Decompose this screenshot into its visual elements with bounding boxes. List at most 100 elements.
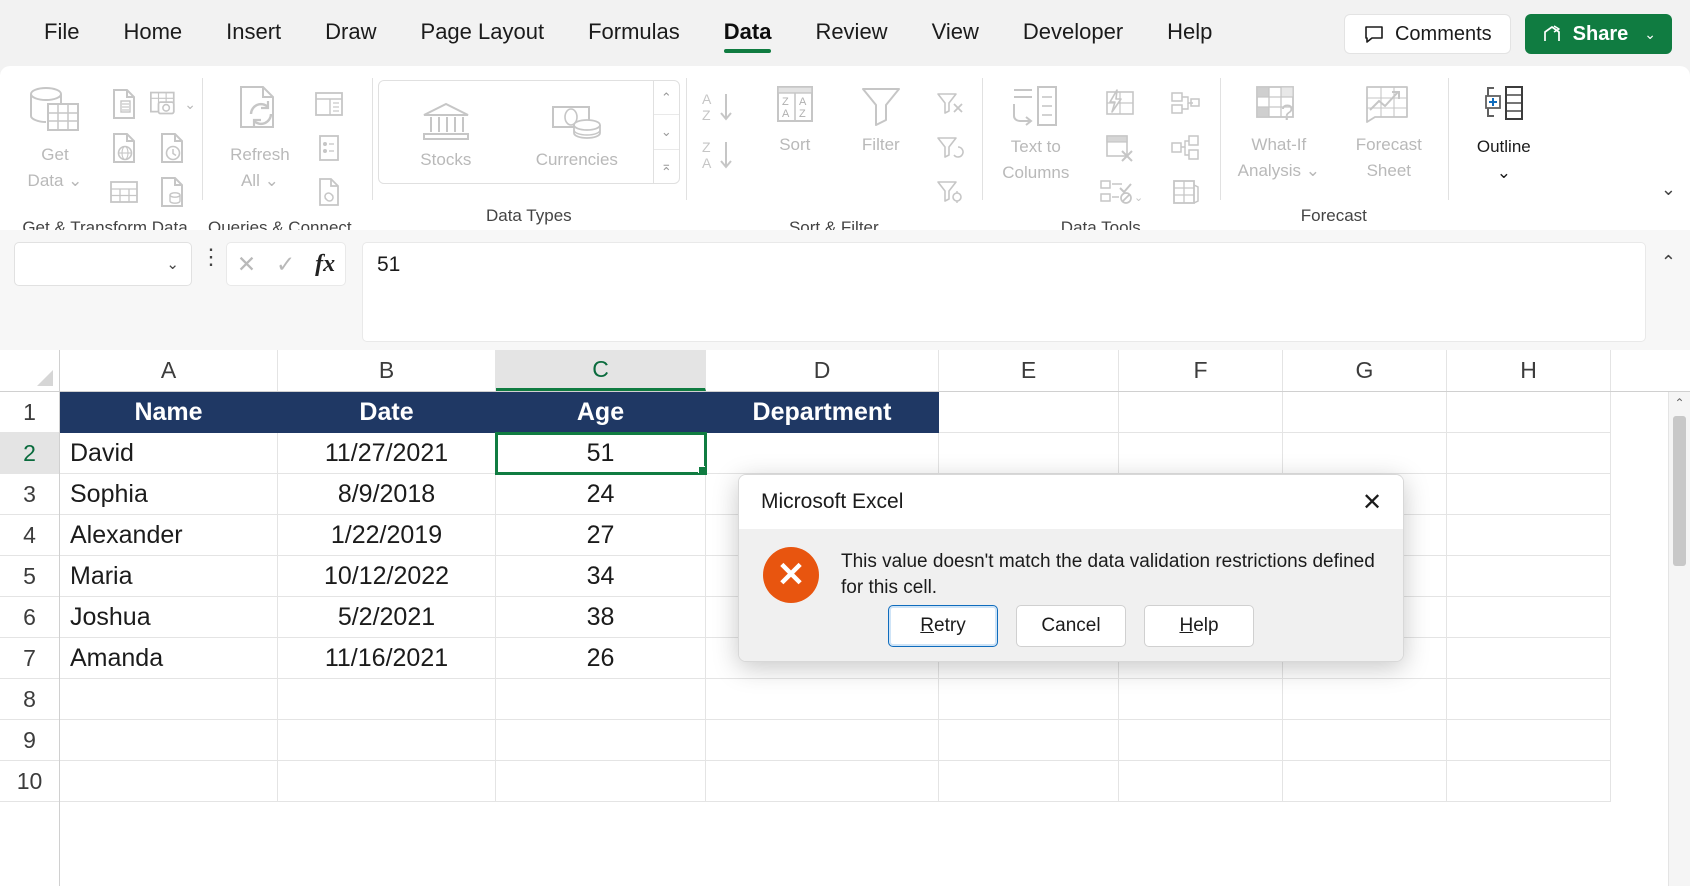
- advanced-filter-button[interactable]: [926, 170, 974, 214]
- ribbon-tab-formulas[interactable]: Formulas: [566, 11, 702, 55]
- data-validation-button[interactable]: ⌄: [1088, 170, 1152, 214]
- from-picture-button[interactable]: ⌄: [148, 82, 196, 126]
- outline-caret-icon[interactable]: ⌄: [1497, 162, 1511, 184]
- cell-E10[interactable]: [939, 761, 1119, 802]
- edit-links-button[interactable]: [305, 170, 353, 214]
- formula-input[interactable]: 51: [362, 242, 1646, 342]
- cell-E1[interactable]: [939, 392, 1119, 433]
- cell-H6[interactable]: [1447, 597, 1611, 638]
- share-caret-icon[interactable]: ⌄: [1644, 26, 1656, 43]
- column-header-F[interactable]: F: [1119, 350, 1283, 391]
- cell-A10[interactable]: [60, 761, 278, 802]
- cell-B5[interactable]: 10/12/2022: [278, 556, 496, 597]
- currencies-button[interactable]: Currencies: [507, 93, 647, 171]
- cell-H4[interactable]: [1447, 515, 1611, 556]
- cell-G9[interactable]: [1283, 720, 1447, 761]
- cell-C4[interactable]: 27: [496, 515, 706, 556]
- vertical-scrollbar[interactable]: ⌃: [1668, 392, 1690, 886]
- cell-H9[interactable]: [1447, 720, 1611, 761]
- sort-ascending-button[interactable]: A Z: [692, 84, 750, 132]
- from-table-range-button[interactable]: [100, 170, 148, 214]
- properties-button[interactable]: [305, 126, 353, 170]
- close-icon[interactable]: ✕: [1341, 475, 1403, 529]
- cell-B4[interactable]: 1/22/2019: [278, 515, 496, 556]
- sort-descending-button[interactable]: Z A: [692, 132, 750, 180]
- refresh-all-button[interactable]: Refresh All ⌄: [219, 76, 301, 192]
- row-header-3[interactable]: 3: [0, 474, 59, 515]
- cell-F9[interactable]: [1119, 720, 1283, 761]
- cell-C3[interactable]: 24: [496, 474, 706, 515]
- name-box-caret-icon[interactable]: ⌄: [166, 255, 179, 273]
- ribbon-tab-review[interactable]: Review: [793, 11, 909, 55]
- queries-connections-button[interactable]: [305, 82, 353, 126]
- ribbon-tab-draw[interactable]: Draw: [303, 11, 398, 55]
- cancel-edit-icon[interactable]: ✕: [237, 251, 256, 278]
- cell-F1[interactable]: [1119, 392, 1283, 433]
- cell-B1[interactable]: Date: [278, 392, 496, 433]
- relationships-button[interactable]: [1156, 126, 1214, 170]
- row-header-4[interactable]: 4: [0, 515, 59, 556]
- ribbon-tab-file[interactable]: File: [22, 11, 101, 55]
- column-header-A[interactable]: A: [60, 350, 278, 391]
- cell-A7[interactable]: Amanda: [60, 638, 278, 679]
- ribbon-tab-help[interactable]: Help: [1145, 11, 1234, 55]
- cell-E9[interactable]: [939, 720, 1119, 761]
- cancel-button[interactable]: Cancel: [1016, 605, 1126, 647]
- get-data-button[interactable]: Get Data ⌄: [14, 76, 96, 192]
- cell-B6[interactable]: 5/2/2021: [278, 597, 496, 638]
- scrollbar-thumb[interactable]: [1673, 416, 1686, 566]
- flash-fill-button[interactable]: [1088, 82, 1152, 126]
- cell-A2[interactable]: David: [60, 433, 278, 474]
- data-types-scroll-more[interactable]: ⌅: [654, 150, 679, 183]
- cell-B2[interactable]: 11/27/2021: [278, 433, 496, 474]
- cell-G1[interactable]: [1283, 392, 1447, 433]
- reapply-filter-button[interactable]: [926, 126, 974, 170]
- data-types-scroll-up[interactable]: ⌃: [653, 81, 679, 116]
- outline-button[interactable]: Outline ⌄: [1454, 76, 1554, 184]
- from-recent-sources-button[interactable]: [148, 126, 196, 170]
- remove-duplicates-button[interactable]: [1088, 126, 1152, 170]
- what-if-analysis-button[interactable]: ? What-If Analysis ⌄: [1226, 76, 1332, 182]
- from-text-csv-button[interactable]: [100, 82, 148, 126]
- cell-C9[interactable]: [496, 720, 706, 761]
- cell-C5[interactable]: 34: [496, 556, 706, 597]
- ribbon-tab-developer[interactable]: Developer: [1001, 11, 1145, 55]
- cell-G2[interactable]: [1283, 433, 1447, 474]
- cell-D9[interactable]: [706, 720, 939, 761]
- cell-H7[interactable]: [1447, 638, 1611, 679]
- data-types-scrollbar[interactable]: ⌃ ⌄ ⌅: [652, 81, 679, 183]
- cell-C1[interactable]: Age: [496, 392, 706, 433]
- cell-A1[interactable]: Name: [60, 392, 278, 433]
- cell-B9[interactable]: [278, 720, 496, 761]
- row-header-6[interactable]: 6: [0, 597, 59, 638]
- column-header-H[interactable]: H: [1447, 350, 1611, 391]
- existing-connections-button[interactable]: [148, 170, 196, 214]
- ribbon-tab-data[interactable]: Data: [702, 11, 794, 55]
- ribbon-collapse-button[interactable]: ⌄: [1661, 179, 1676, 200]
- row-header-5[interactable]: 5: [0, 556, 59, 597]
- column-header-E[interactable]: E: [939, 350, 1119, 391]
- help-button[interactable]: Help: [1144, 605, 1254, 647]
- cell-D10[interactable]: [706, 761, 939, 802]
- text-to-columns-button[interactable]: Text to Columns: [988, 76, 1084, 184]
- cell-B7[interactable]: 11/16/2021: [278, 638, 496, 679]
- row-header-2[interactable]: 2: [0, 433, 59, 474]
- insert-function-icon[interactable]: fx: [315, 251, 335, 278]
- cell-F2[interactable]: [1119, 433, 1283, 474]
- cell-D8[interactable]: [706, 679, 939, 720]
- cell-A6[interactable]: Joshua: [60, 597, 278, 638]
- cell-H3[interactable]: [1447, 474, 1611, 515]
- column-header-G[interactable]: G: [1283, 350, 1447, 391]
- cell-E2[interactable]: [939, 433, 1119, 474]
- retry-button[interactable]: Retry: [888, 605, 998, 647]
- row-header-9[interactable]: 9: [0, 720, 59, 761]
- cell-H8[interactable]: [1447, 679, 1611, 720]
- confirm-edit-icon[interactable]: ✓: [276, 251, 295, 278]
- cell-H2[interactable]: [1447, 433, 1611, 474]
- manage-data-model-button[interactable]: [1156, 170, 1214, 214]
- cell-C2[interactable]: 51: [495, 432, 707, 475]
- name-box[interactable]: ⌄: [14, 242, 192, 286]
- cell-B10[interactable]: [278, 761, 496, 802]
- clear-filter-button[interactable]: [926, 82, 974, 126]
- cell-C6[interactable]: 38: [496, 597, 706, 638]
